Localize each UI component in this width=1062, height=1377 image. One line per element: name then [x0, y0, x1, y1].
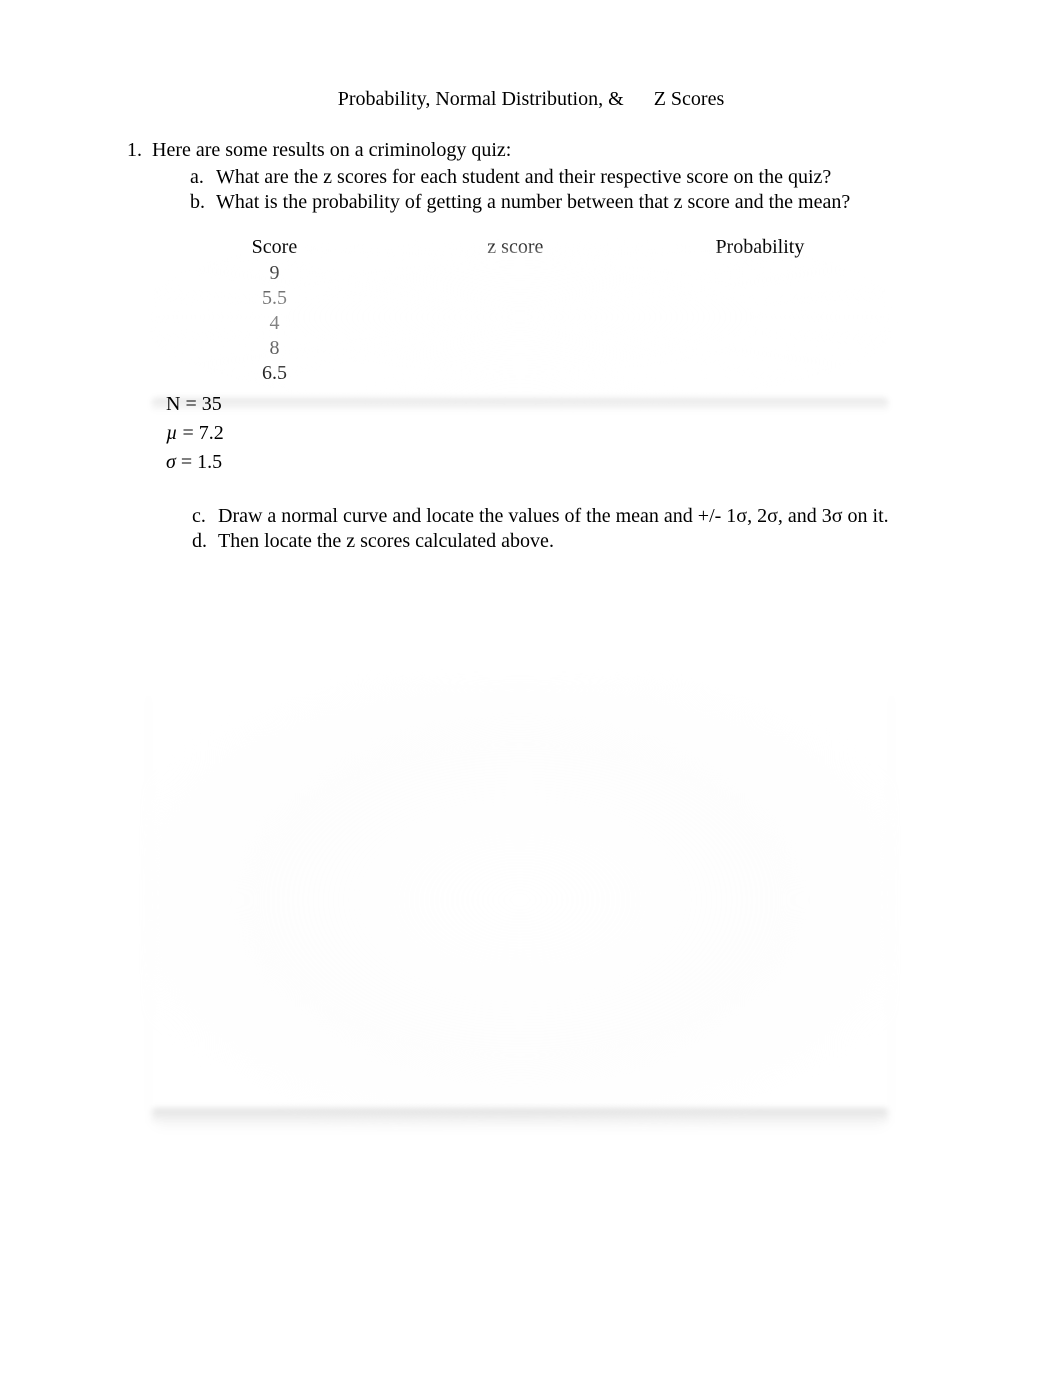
cell-prob	[636, 336, 884, 361]
cell-z	[395, 311, 636, 336]
cell-z	[395, 336, 636, 361]
stat-sigma: σ = 1.5	[166, 448, 942, 477]
header-zscore: z score	[395, 234, 636, 261]
table-row: 8	[154, 336, 884, 361]
cell-score: 5.5	[154, 286, 395, 311]
stat-n: N = 35	[166, 390, 942, 419]
cell-score: 4	[154, 311, 395, 336]
q1-part-d: d. Then locate the z scores calculated a…	[192, 530, 942, 553]
header-probability: Probability	[636, 234, 884, 261]
q1-a-letter: a.	[190, 166, 216, 189]
header-score: Score	[154, 234, 395, 261]
cell-prob	[636, 286, 884, 311]
q1-part-b: b. What is the probability of getting a …	[190, 191, 942, 214]
q1-c-text: Draw a normal curve and locate the value…	[218, 505, 942, 528]
question-1: 1. Here are some results on a criminolog…	[120, 139, 942, 216]
sigma-symbol: σ	[166, 451, 176, 473]
cell-prob	[636, 311, 884, 336]
table-header-row: Score z score Probability	[154, 234, 884, 261]
cell-prob	[636, 261, 884, 286]
cell-score: 6.5	[154, 361, 395, 386]
cell-score: 9	[154, 261, 395, 286]
q1-b-text: What is the probability of getting a num…	[216, 191, 942, 214]
q1-part-a: a. What are the z scores for each studen…	[190, 166, 942, 189]
q1-d-letter: d.	[192, 530, 218, 553]
q1-b-letter: b.	[190, 191, 216, 214]
cell-score: 8	[154, 336, 395, 361]
drawing-area	[154, 571, 884, 991]
q1-d-text: Then locate the z scores calculated abov…	[218, 530, 942, 553]
cell-prob	[636, 361, 884, 386]
page-title: Probability, Normal Distribution, & Z Sc…	[120, 88, 942, 111]
score-table: Score z score Probability 9 5.5 4	[154, 234, 884, 386]
q1-a-text: What are the z scores for each student a…	[216, 166, 942, 189]
mu-value: = 7.2	[178, 422, 224, 444]
q1-c-letter: c.	[192, 505, 218, 528]
summary-stats: N = 35 µ = 7.2 σ = 1.5	[166, 390, 942, 477]
mu-symbol: µ	[166, 422, 178, 444]
q1-number: 1.	[120, 139, 152, 216]
cell-z	[395, 361, 636, 386]
table-row: 5.5	[154, 286, 884, 311]
title-left: Probability, Normal Distribution, &	[338, 88, 624, 110]
q1-part-c: c. Draw a normal curve and locate the va…	[192, 505, 942, 528]
q1-stem: Here are some results on a criminology q…	[152, 139, 942, 162]
table-row: 9	[154, 261, 884, 286]
table-row: 4	[154, 311, 884, 336]
cell-z	[395, 286, 636, 311]
stat-mu: µ = 7.2	[166, 419, 942, 448]
title-right: Z Scores	[654, 88, 725, 110]
cell-z	[395, 261, 636, 286]
sigma-value: = 1.5	[176, 451, 222, 473]
box-shadow	[152, 1108, 888, 1124]
table-row: 6.5	[154, 361, 884, 386]
